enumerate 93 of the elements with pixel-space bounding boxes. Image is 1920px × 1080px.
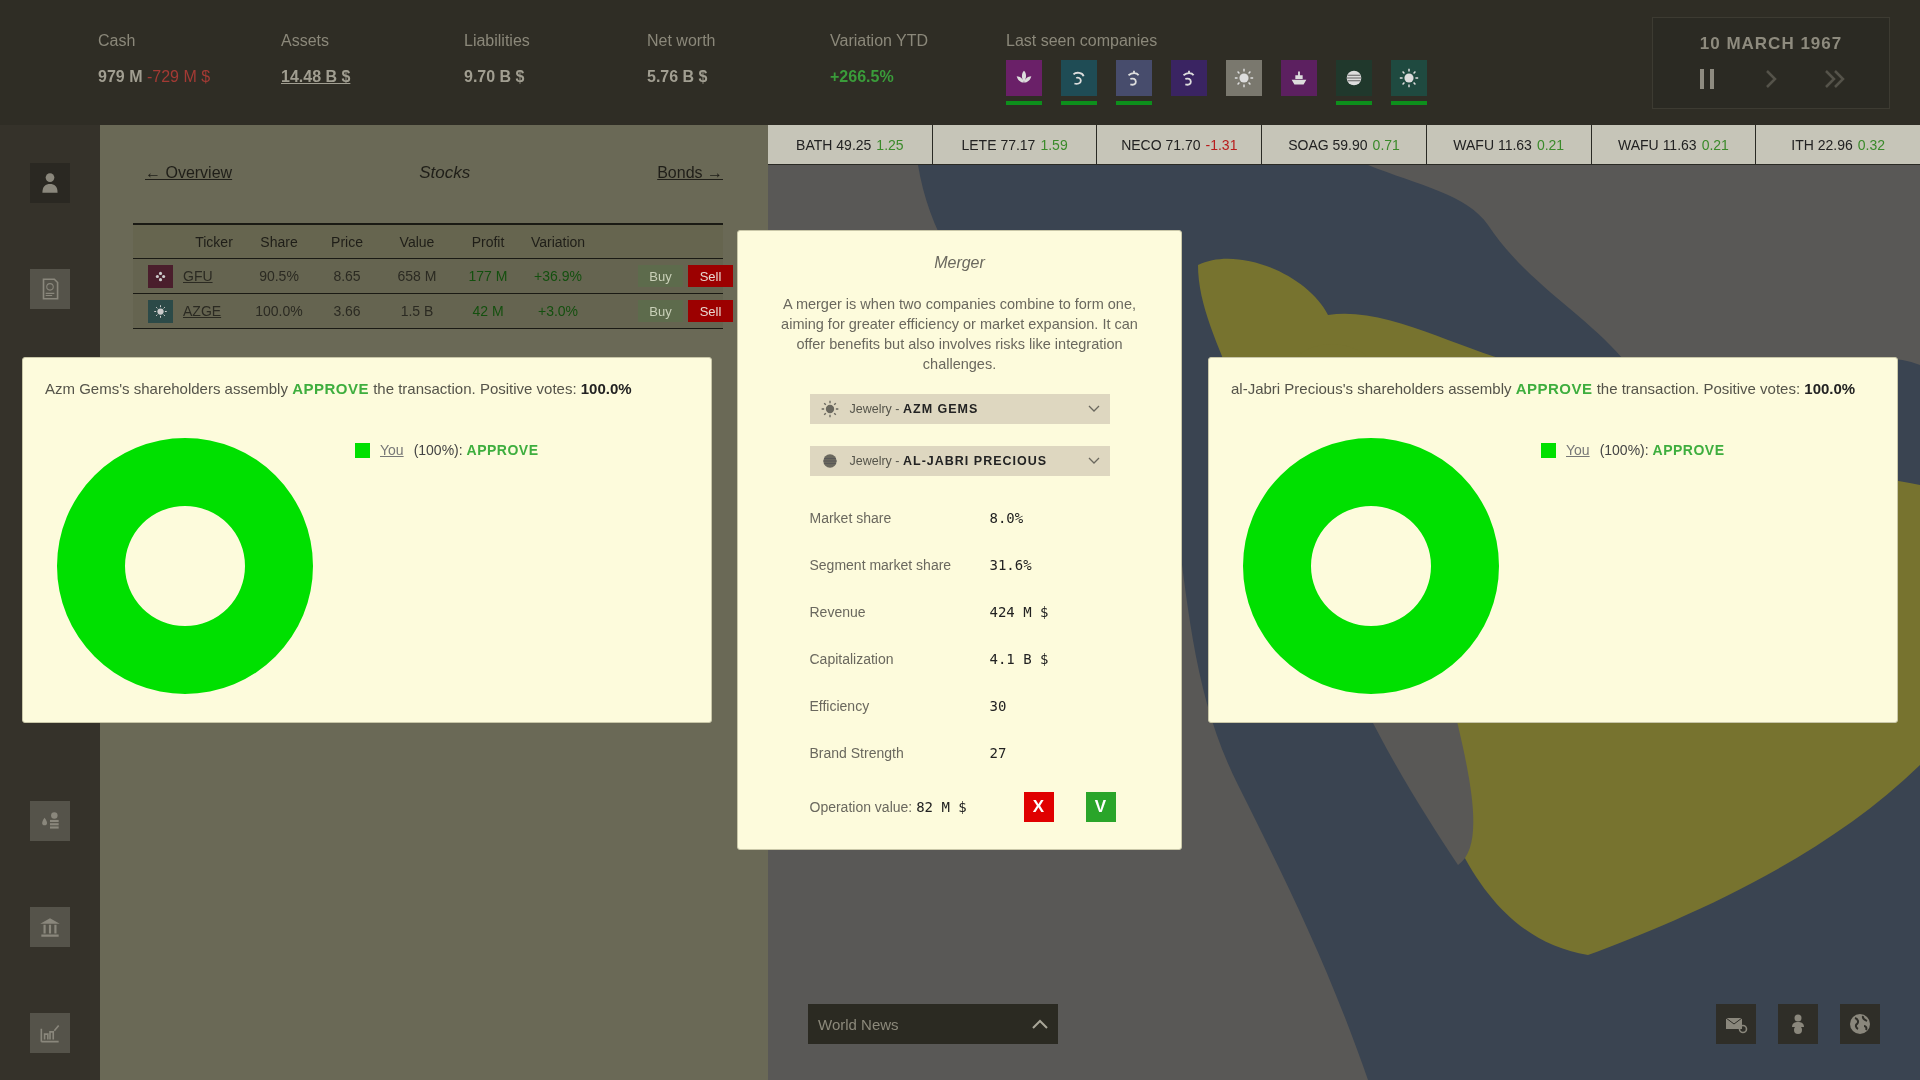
sidebar-button[interactable] [30,269,70,309]
chevron-down-icon [1087,457,1100,465]
stat-value: 5.76 B $ [647,68,709,86]
table-cell-text: 3.66 [332,303,362,319]
stat-value: 8.0% [989,509,1025,526]
sell-button[interactable]: Sell [688,265,733,287]
sun-icon [1233,67,1255,89]
sidebar-button[interactable] [30,907,70,947]
stat-label: Cash [98,32,137,50]
stat-value: 9.70 B $ [464,68,526,86]
vote-result-message: al-Jabri Precious's shareholders assembly APPROVE the transaction. Positive votes: 100.0% [1231,380,1857,397]
sun-icon [153,303,168,319]
pause-icon [1700,69,1714,89]
map-toolbar-button[interactable] [1716,1004,1756,1044]
stat-label: Assets [281,32,330,50]
ticker-link[interactable]: GFU [183,268,245,284]
vote-result-message: Azm Gems's shareholders assembly APPROVE the transaction. Positive votes: 100.0% [45,380,633,397]
game-date: 10 MARCH 1967 [1699,34,1843,54]
column-header: Variation [529,233,587,250]
stat-label: Capitalization [809,650,895,667]
table-cell-text: 1.5 B [399,303,435,319]
stat-value: 31.6% [989,556,1033,573]
map-toolbar-button[interactable] [1840,1004,1880,1044]
stat-value: +266.5% [830,68,895,86]
sun-icon [819,399,840,419]
company-select[interactable]: Jewelry - AL-JABRI PRECIOUS [809,446,1110,476]
stat-value: 979 M -729 M $ [98,68,212,86]
dialog-title: Merger [934,254,985,272]
company-button[interactable] [1336,60,1372,96]
table-cell-text: 177 M [467,268,509,284]
column-header: Value [398,233,436,250]
chevron-down-icon [1087,405,1100,413]
company-button[interactable] [1391,60,1427,96]
legend-vote: (100%): APPROVE [413,442,539,458]
stat-label: Market share [809,509,893,526]
stat-value: 4.1 B $ [989,650,1050,667]
stat-value: 27 [989,744,1008,761]
merger-description: A merger is when two companies combine to form one, aiming for greater efficiency or market expansion. It can offer benefits but also involves risks like integration challenges. [780,295,1139,374]
stock-ticker-item: SOAG 59.90 0.71 [1261,125,1426,164]
sidebar-button[interactable] [30,163,70,203]
ticker-link[interactable]: AZGE [183,303,245,319]
stat-label: Last seen companies [1006,32,1159,50]
sun-icon [1398,67,1420,89]
stat-label: Segment market share [809,556,953,573]
column-header: Share [259,233,299,250]
accept-button[interactable]: V [1085,792,1116,822]
globe-icon [1848,1012,1872,1036]
table-cell-text: 100.0% [254,303,304,319]
sidebar-button[interactable] [30,1013,70,1053]
table-cell-text: 8.65 [332,268,362,284]
stock-ticker-item: WAFU 11.63 0.21 [1425,125,1591,164]
stat-label: Liabilities [464,32,531,50]
shareholder-link[interactable]: You [380,442,404,458]
company-button[interactable] [1006,60,1042,96]
world-news-bar[interactable]: World News [808,1004,1058,1044]
table-cell-text: 658 M [396,268,438,284]
overview-link[interactable]: ← Overview [145,164,233,182]
stat-value: 30 [989,697,1008,714]
company-button[interactable] [1116,60,1152,96]
map-toolbar-button[interactable] [1778,1004,1818,1044]
stock-ticker-item: WAFU 11.63 0.21 [1590,125,1756,164]
company-button[interactable] [1061,60,1097,96]
shareholder-link[interactable]: You [1566,442,1590,458]
stock-ticker-item: NECO 71.70 -1.31 [1096,125,1262,164]
company-button[interactable] [1171,60,1207,96]
stock-ticker-item: LETE 77.17 1.59 [931,125,1097,164]
bonds-link[interactable]: Bonds → [657,164,723,182]
sidebar-button[interactable] [30,801,70,841]
chevron-right-icon [1765,69,1777,89]
reject-button[interactable]: X [1023,792,1054,822]
table-cell-text: +36.9% [533,268,583,284]
column-header: Price [330,233,364,250]
stat-link[interactable]: 14.48 B $ [281,68,464,86]
double-chevron-icon [1824,69,1846,89]
company-button[interactable] [1281,60,1317,96]
company-select[interactable]: Jewelry - AZM GEMS [809,394,1110,424]
sell-button[interactable]: Sell [688,300,733,322]
panel-title: Stocks [419,163,471,183]
table-cell-text: 90.5% [258,268,300,284]
operation-value: Operation value: 82 M $ [809,799,968,815]
stock-ticker-item: BATH 49.25 1.25 [795,135,905,155]
stat-label: Net worth [647,32,717,50]
stat-label: Revenue [809,603,867,620]
stat-value: 424 M $ [989,603,1050,620]
chevron-up-icon [1032,1019,1048,1029]
table-cell-text: 42 M [471,303,505,319]
stock-ticker-item: ITH 22.96 0.32 [1755,125,1920,164]
stat-label: Efficiency [809,697,871,714]
column-header: Profit [470,233,506,250]
legend-vote: (100%): APPROVE [1599,442,1725,458]
stat-label: Brand Strength [809,744,905,761]
column-header: Ticker [194,233,234,250]
table-cell-text: +3.0% [536,303,580,319]
